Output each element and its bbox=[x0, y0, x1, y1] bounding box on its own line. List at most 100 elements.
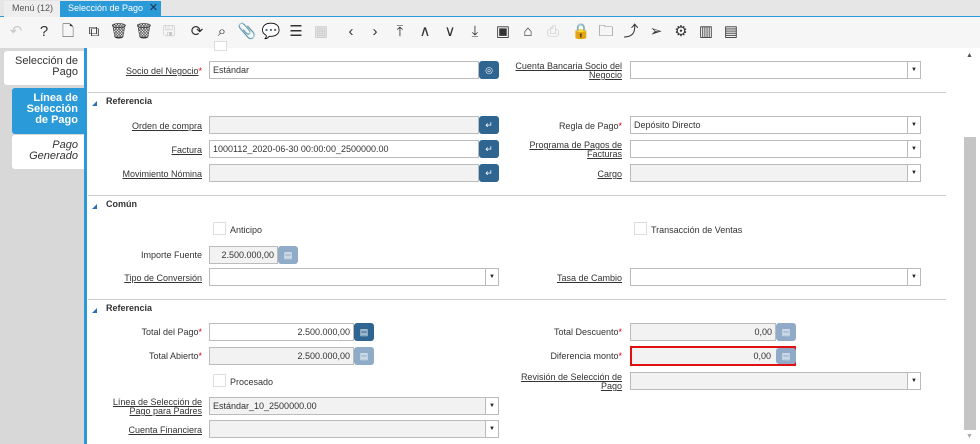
factura-field[interactable]: 1000112_2020-06-30 00:00:00_2500000.00 bbox=[209, 140, 479, 158]
close-icon[interactable]: ✕ bbox=[149, 1, 158, 16]
calculator-icon: ▤ bbox=[781, 351, 791, 361]
total-descuento-field[interactable]: 0,00 bbox=[630, 323, 776, 341]
chevron-down-icon[interactable]: ▼ bbox=[907, 141, 920, 157]
zoom-across-icon[interactable]: 🗀 bbox=[596, 22, 616, 42]
workflow-icon[interactable]: ⤴ bbox=[621, 22, 641, 42]
factura-label: Factura bbox=[171, 145, 202, 155]
movimiento-field[interactable] bbox=[209, 164, 479, 182]
diferencia-field[interactable]: 0,00 bbox=[630, 346, 796, 366]
calendar-icon[interactable]: ▦ bbox=[311, 22, 331, 42]
detail-record-icon[interactable]: ∨ bbox=[440, 22, 460, 42]
diferencia-calculator-button[interactable]: ▤ bbox=[776, 348, 796, 364]
total-pago-label: Total del Pago* bbox=[141, 327, 202, 337]
send-icon[interactable]: ➢ bbox=[646, 22, 666, 42]
scroll-down-icon[interactable]: ▼ bbox=[966, 433, 973, 440]
orden-lookup-button[interactable]: ↵ bbox=[479, 116, 499, 134]
chevron-down-icon[interactable]: ▼ bbox=[485, 269, 498, 285]
regla-select[interactable]: Depósito Directo ▼ bbox=[630, 116, 921, 134]
tab-label: Selección de Pago bbox=[68, 3, 144, 13]
chat-icon[interactable]: 💬 bbox=[261, 22, 281, 42]
collapse-icon[interactable] bbox=[92, 204, 97, 209]
chevron-down-icon[interactable]: ▼ bbox=[907, 269, 920, 285]
help-icon[interactable]: ? bbox=[34, 22, 54, 42]
attachment-icon[interactable]: 📎 bbox=[237, 22, 257, 42]
linea-padres-label: Línea de Selección de Pago para Padres bbox=[112, 397, 202, 416]
tab-seleccion-de-pago[interactable]: Selección de Pago ✕ bbox=[60, 1, 162, 17]
tab-seleccion-de-pago-header[interactable]: Selección de Pago bbox=[4, 51, 84, 85]
cuenta-bancaria-select[interactable]: ▼ bbox=[630, 61, 921, 79]
importe-label: Importe Fuente bbox=[140, 250, 202, 260]
divider bbox=[88, 299, 946, 300]
cuenta-financiera-label: Cuenta Financiera bbox=[128, 425, 202, 435]
first-record-icon[interactable]: ⤒ bbox=[390, 22, 410, 42]
process-icon[interactable]: ⚙ bbox=[671, 22, 691, 42]
calculator-icon: ▤ bbox=[359, 351, 369, 361]
next-icon[interactable]: › bbox=[365, 22, 385, 42]
tab-pago-generado[interactable]: Pago Generado bbox=[12, 135, 84, 169]
print-icon[interactable]: ⎙ bbox=[543, 22, 563, 42]
chevron-down-icon[interactable]: ▼ bbox=[907, 373, 920, 389]
undo-icon[interactable]: ↶ bbox=[6, 22, 26, 42]
chevron-down-icon[interactable]: ▼ bbox=[907, 165, 920, 181]
previous-icon[interactable]: ‹ bbox=[341, 22, 361, 42]
scroll-up-icon[interactable]: ▲ bbox=[966, 52, 973, 59]
socio-field[interactable]: Estándar bbox=[209, 61, 479, 79]
parent-record-icon[interactable]: ∧ bbox=[415, 22, 435, 42]
anticipo-checkbox[interactable] bbox=[213, 222, 226, 235]
orden-field[interactable] bbox=[209, 116, 479, 134]
revision-select[interactable]: ▼ bbox=[630, 372, 921, 390]
collapse-icon[interactable] bbox=[92, 101, 97, 106]
grid-toggle-icon[interactable]: ☰ bbox=[286, 22, 306, 42]
chevron-down-icon[interactable]: ▼ bbox=[485, 398, 498, 414]
customize-icon[interactable]: ▤ bbox=[721, 22, 741, 42]
delete-selection-icon[interactable]: 🗑 bbox=[134, 22, 154, 42]
total-abierto-calculator-button[interactable]: ▤ bbox=[354, 347, 374, 365]
calculator-icon: ▤ bbox=[781, 327, 791, 337]
tab-menu[interactable]: Menú (12) bbox=[4, 1, 62, 17]
report-icon[interactable]: ▣ bbox=[493, 22, 513, 42]
importe-field[interactable]: 2.500.000,00 bbox=[209, 246, 278, 264]
programa-select[interactable]: ▼ bbox=[630, 140, 921, 158]
scrollbar-thumb[interactable] bbox=[964, 137, 976, 430]
tasa-label: Tasa de Cambio bbox=[556, 273, 622, 283]
product-info-icon[interactable]: ▥ bbox=[696, 22, 716, 42]
collapse-icon[interactable] bbox=[92, 308, 97, 313]
archive-icon[interactable]: ⌂ bbox=[518, 22, 538, 42]
linea-padres-select[interactable]: Estándar_10_2500000.00 ▼ bbox=[209, 397, 499, 415]
total-descuento-calculator-button[interactable]: ▤ bbox=[776, 323, 796, 341]
save-icon[interactable]: 🖫 bbox=[159, 22, 179, 42]
bpartner-search-button[interactable]: ◎ bbox=[479, 61, 499, 79]
last-record-icon[interactable]: ⤓ bbox=[465, 22, 485, 42]
find-icon[interactable]: ⌕ bbox=[212, 22, 232, 42]
movimiento-lookup-button[interactable]: ↵ bbox=[479, 164, 499, 182]
total-pago-field[interactable]: 2.500.000,00 bbox=[209, 323, 354, 341]
chevron-down-icon[interactable]: ▼ bbox=[485, 421, 498, 437]
lookup-icon: ↵ bbox=[485, 120, 493, 130]
partial-checkbox[interactable] bbox=[214, 41, 227, 51]
total-pago-calculator-button[interactable]: ▤ bbox=[354, 323, 374, 341]
transaccion-ventas-checkbox[interactable] bbox=[634, 222, 647, 235]
cargo-label: Cargo bbox=[597, 169, 622, 179]
section-referencia[interactable]: Referencia bbox=[106, 96, 152, 106]
refresh-icon[interactable]: ⟳ bbox=[187, 22, 207, 42]
cargo-select[interactable]: ▼ bbox=[630, 164, 921, 182]
copy-record-icon[interactable]: ⧉ bbox=[84, 22, 104, 42]
section-referencia-2[interactable]: Referencia bbox=[106, 303, 152, 313]
procesado-label: Procesado bbox=[230, 377, 274, 387]
chevron-down-icon[interactable]: ▼ bbox=[907, 117, 920, 133]
chevron-down-icon[interactable]: ▼ bbox=[907, 62, 920, 78]
lookup-icon: ↵ bbox=[485, 144, 493, 154]
movimiento-label: Movimiento Nómina bbox=[122, 169, 202, 179]
cuenta-financiera-select[interactable]: ▼ bbox=[209, 420, 499, 438]
delete-icon[interactable]: 🗑 bbox=[109, 22, 129, 42]
factura-lookup-button[interactable]: ↵ bbox=[479, 140, 499, 158]
importe-calculator-button[interactable]: ▤ bbox=[278, 246, 298, 264]
section-comun[interactable]: Común bbox=[106, 199, 137, 209]
tipo-conversion-select[interactable]: ▼ bbox=[209, 268, 499, 286]
lock-icon[interactable]: 🔒 bbox=[571, 22, 591, 42]
tasa-select[interactable]: ▼ bbox=[630, 268, 921, 286]
procesado-checkbox[interactable] bbox=[213, 374, 226, 387]
total-abierto-field[interactable]: 2.500.000,00 bbox=[209, 347, 354, 365]
new-record-icon[interactable]: 🗋 bbox=[58, 22, 78, 42]
tab-linea-seleccion-pago[interactable]: Línea de Selección de Pago bbox=[12, 88, 84, 134]
